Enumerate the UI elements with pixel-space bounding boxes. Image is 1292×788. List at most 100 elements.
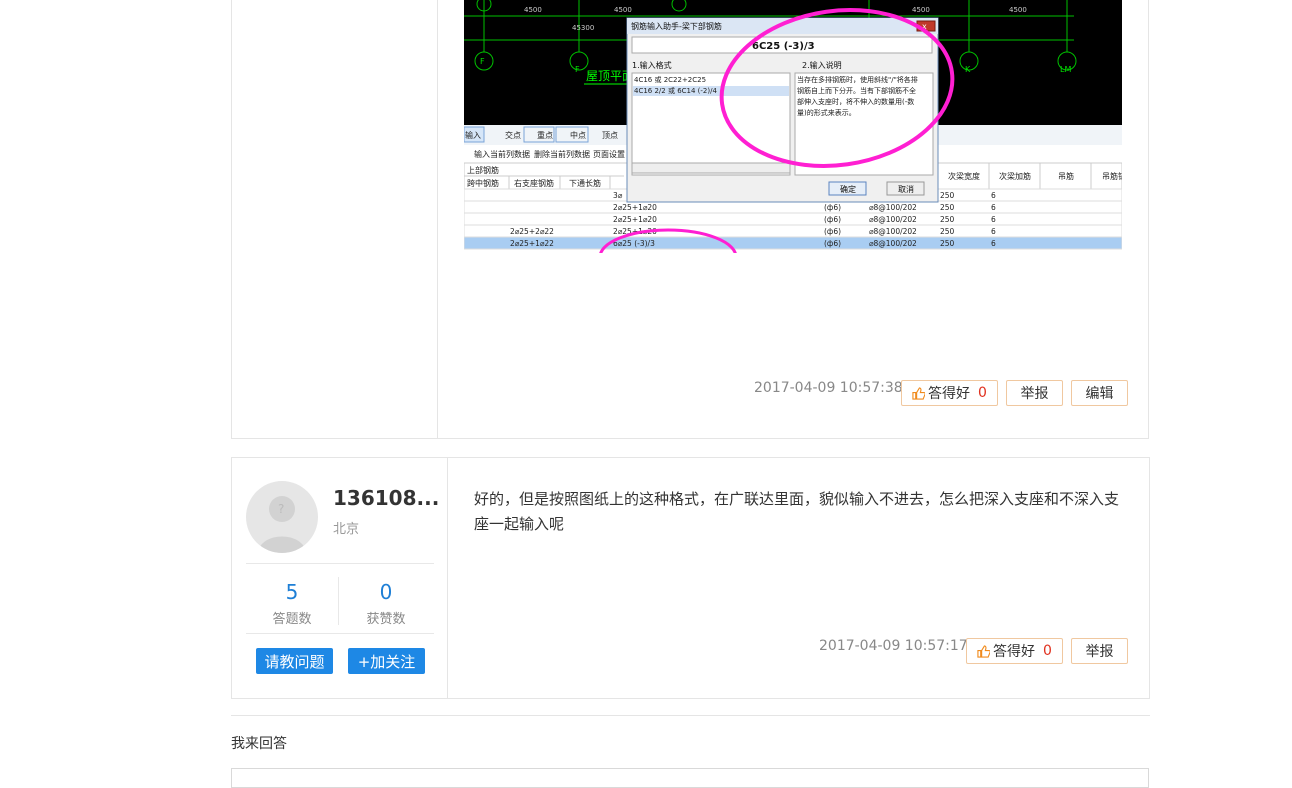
col-group: 上部钢筋 — [467, 165, 499, 175]
table-cell: 6⌀25 (-3)/3 — [613, 239, 655, 248]
table-cell: ⌀8@100/20 — [869, 203, 912, 212]
col-bottom: 下通长筋 — [569, 178, 601, 188]
col-right-support: 右支座钢筋 — [514, 178, 554, 188]
table-row — [464, 200, 1122, 214]
likes-label: 获赞数 — [366, 612, 406, 627]
tb-perp: 重点 — [537, 130, 553, 140]
table-cell: 250 — [940, 227, 955, 236]
col-mid: 跨中钢筋 — [467, 178, 499, 188]
my-answer-label: 我来回答 — [231, 736, 287, 752]
post1-like-button[interactable]: 答得好 0 — [901, 380, 998, 406]
profile-divider-bottom — [246, 633, 434, 634]
table-cell: 2⌀25+1⌀20 — [613, 215, 657, 224]
card-divider — [437, 0, 438, 438]
menu-del-col: 删除当前列数据 — [534, 149, 590, 159]
thumbs-up-icon — [977, 644, 991, 658]
table-cell: 2 — [912, 203, 917, 212]
tb-mid: 中点 — [570, 130, 586, 140]
dialog-cancel: 取消 — [898, 184, 914, 194]
table-cell: 2⌀25+2⌀22 — [510, 227, 554, 236]
dim-1: 4500 — [524, 6, 542, 14]
username[interactable]: 136108... — [333, 486, 439, 510]
col-sec-width: 次梁宽度 — [948, 171, 980, 181]
stat-divider — [338, 577, 339, 625]
answer-editor[interactable] — [231, 768, 1149, 788]
post1-like-count: 0 — [978, 385, 987, 401]
user-city: 北京 — [333, 522, 360, 537]
post1-timestamp: 2017-04-09 10:57:38 — [754, 380, 903, 396]
avatar[interactable]: ? — [246, 481, 318, 553]
post1-report-button[interactable]: 举报 — [1006, 380, 1063, 406]
post2-meta: 2017-04-09 10:57:17 — [819, 638, 968, 654]
answers-label: 答题数 — [272, 612, 312, 627]
format-line-1: 4C16 或 2C22+2C25 — [634, 75, 706, 84]
tb-intersect: 交点 — [505, 130, 521, 140]
axis-f1: F — [480, 57, 485, 66]
desc-line-4: 量)的形式来表示。 — [797, 108, 856, 117]
table-cell: 250 — [940, 239, 955, 248]
table-cell: 250 — [940, 191, 955, 200]
col-sec-add: 次梁加筋 — [999, 171, 1031, 181]
col-hanger: 吊筋 — [1058, 171, 1074, 181]
table-cell: 250 — [940, 203, 955, 212]
profile-divider-top — [246, 563, 434, 564]
follow-button[interactable]: +加关注 — [348, 648, 425, 674]
dialog-desc-label: 2.输入说明 — [802, 60, 842, 70]
table-cell: 2 — [912, 227, 917, 236]
table-cell: 6 — [991, 191, 996, 200]
table-cell: 2 — [912, 215, 917, 224]
post1-report-label: 举报 — [1020, 386, 1049, 402]
dim-3: 4500 — [912, 6, 930, 14]
table-cell: 6 — [991, 227, 996, 236]
post2-like-label: 答得好 — [993, 644, 1036, 660]
dim-4: 4500 — [1009, 6, 1027, 14]
table-cell: 6 — [991, 215, 996, 224]
dialog-title: 钢筋输入助手-梁下部钢筋 — [631, 21, 722, 31]
dialog-format-label: 1.输入格式 — [632, 60, 672, 70]
answer-content: 好的，但是按照图纸上的这种格式，在广联达里面，貌似输入不进去，怎么把深入支座和不… — [474, 490, 1120, 533]
desc-line-2: 钢筋自上而下分开。当有下部钢筋不全 — [797, 86, 916, 95]
dim-total: 45300 — [572, 24, 594, 32]
card-2-divider — [447, 458, 448, 698]
ask-question-button[interactable]: 请教问题 — [256, 648, 333, 674]
tb-vertex: 顶点 — [602, 131, 618, 140]
answer-image[interactable]: 4500 4500 4500 4500 45300 F F K LM 屋顶平面 … — [464, 0, 1122, 253]
post1-like-label: 答得好 — [928, 386, 971, 402]
table-cell: ⌀8@100/20 — [869, 239, 912, 248]
table-cell: (ф6) — [824, 239, 841, 248]
post1-edit-label: 编辑 — [1085, 386, 1114, 402]
post1-edit-button[interactable]: 编辑 — [1071, 380, 1128, 406]
table-cell: 2⌀25+1⌀20 — [613, 203, 657, 212]
table-row — [464, 236, 1122, 250]
table-cell: ⌀8@100/20 — [869, 227, 912, 236]
table-cell: 2 — [912, 239, 917, 248]
table-cell: ⌀8@100/20 — [869, 215, 912, 224]
post2-like-button[interactable]: 答得好 0 — [966, 638, 1063, 664]
table-cell: 2⌀25+1⌀22 — [510, 239, 554, 248]
menu-input-col: 输入当前列数据 — [474, 149, 530, 159]
axis-k: K — [965, 65, 971, 74]
menu-page: 页面设置 — [593, 149, 625, 159]
desc-line-1: 当存在多排钢筋时，使用斜线"/"将各排 — [797, 75, 918, 84]
post2-timestamp: 2017-04-09 10:57:17 — [819, 638, 968, 654]
table-cell: 250 — [940, 215, 955, 224]
desc-line-3: 部伸入支座时，将不伸入的数量用(-数 — [797, 97, 914, 106]
svg-text:?: ? — [278, 502, 284, 516]
table-cell: 6 — [991, 203, 996, 212]
table-cell: (ф6) — [824, 215, 841, 224]
thumbs-up-icon — [912, 386, 926, 400]
post2-like-count: 0 — [1043, 643, 1052, 659]
cad-screenshot-graphic: 4500 4500 4500 4500 45300 F F K LM 屋顶平面 … — [464, 0, 1122, 253]
dim-2: 4500 — [614, 6, 632, 14]
table-cell: (ф6) — [824, 203, 841, 212]
tb-input: 输入 — [465, 130, 481, 140]
section-divider — [231, 715, 1150, 716]
likes-count[interactable]: 0 — [356, 580, 416, 604]
default-avatar-icon: ? — [258, 496, 306, 553]
answers-count[interactable]: 5 — [262, 580, 322, 604]
post2-report-button[interactable]: 举报 — [1071, 638, 1128, 664]
axis-lm: LM — [1060, 65, 1071, 74]
table-row — [464, 212, 1122, 226]
table-cell: 6 — [991, 239, 996, 248]
table-row — [464, 224, 1122, 238]
